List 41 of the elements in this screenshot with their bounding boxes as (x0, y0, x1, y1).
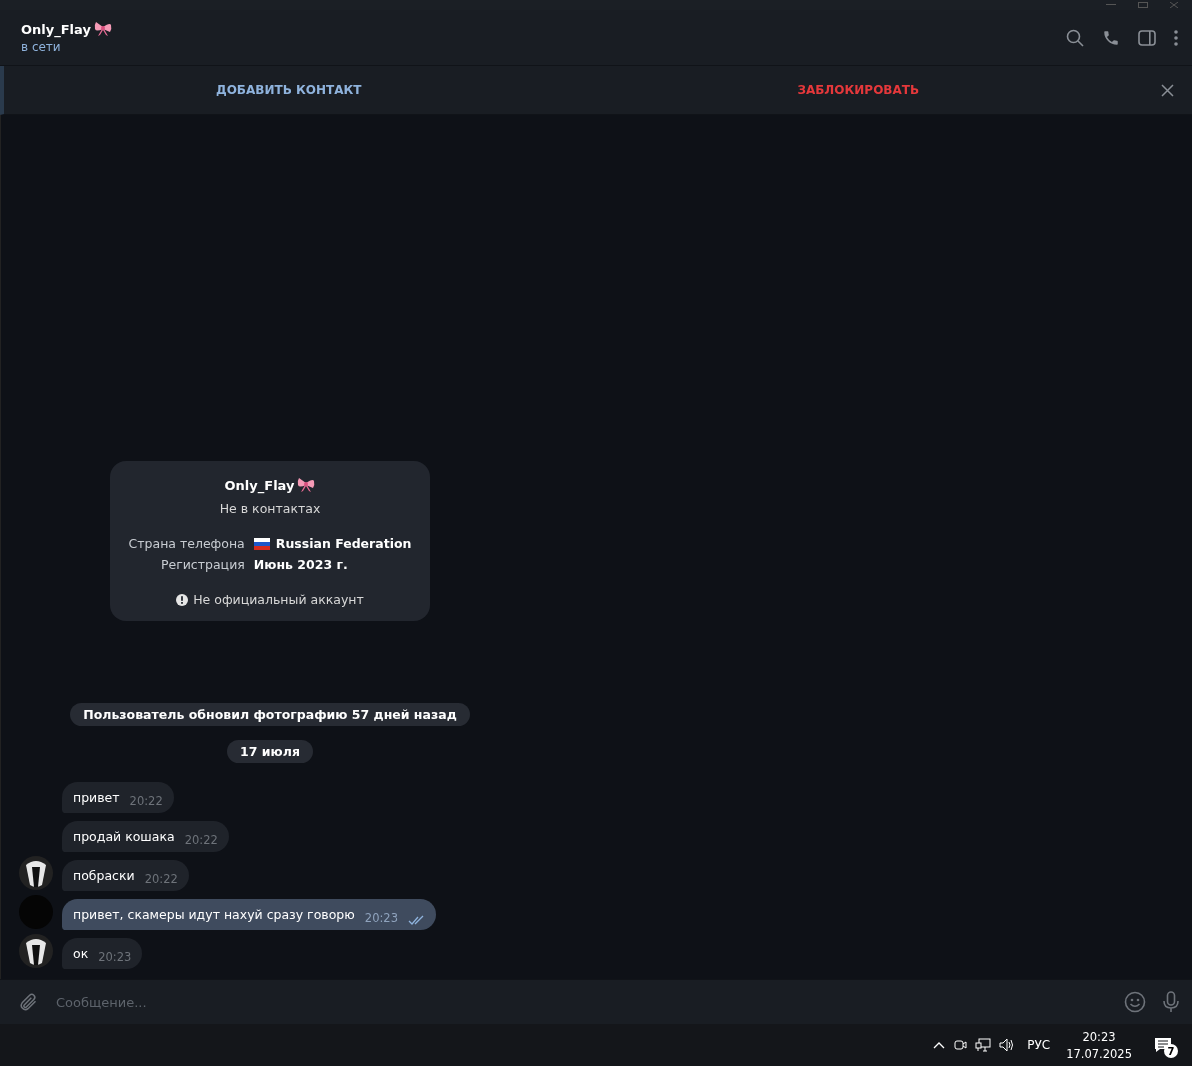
bow-icon (297, 477, 316, 493)
service-message: Пользователь обновил фотографию 57 дней назад (70, 703, 470, 726)
block-button[interactable]: ЗАБЛОКИРОВАТЬ (573, 82, 1143, 98)
warning-icon (176, 593, 189, 606)
message-bubble[interactable]: продай кошака 20:22 (62, 821, 229, 852)
sidebar-toggle-button[interactable] (1138, 29, 1156, 46)
clock-date[interactable]: 17.07.2025 (1066, 1046, 1132, 1061)
emoji-icon[interactable] (1124, 991, 1146, 1013)
avatar[interactable] (18, 933, 54, 969)
info-label: Регистрация (159, 557, 245, 572)
microphone-icon[interactable] (1162, 991, 1180, 1013)
message-bubble[interactable]: побраски 20:22 (62, 860, 189, 891)
language-indicator[interactable]: РУС (1027, 1038, 1051, 1052)
contact-status: Не в контактах (219, 501, 321, 516)
account-note: Не официальный аккаунт (193, 592, 364, 607)
message-composer[interactable]: Сообщение... (0, 979, 1192, 1024)
search-button[interactable] (1066, 28, 1084, 47)
close-button[interactable] (1161, 83, 1174, 97)
message-bubble[interactable]: привет, скамеры идут нахуй сразу говорю 20:23 (62, 899, 436, 930)
paperclip-icon[interactable] (18, 992, 38, 1012)
info-value: Июнь 2023 г. (253, 557, 348, 572)
chat-title: Only_Flay (21, 21, 91, 37)
camera-icon[interactable] (953, 1038, 968, 1052)
contact-name: Only_Flay (224, 477, 295, 493)
more-button[interactable] (1174, 29, 1178, 46)
volume-icon[interactable] (999, 1038, 1016, 1052)
phone-button[interactable] (1102, 28, 1120, 47)
avatar[interactable] (18, 855, 54, 891)
service-message: 17 июля (227, 740, 313, 763)
chevron-up-icon[interactable] (933, 1041, 946, 1049)
info-label: Страна телефона (128, 536, 245, 551)
message-bubble[interactable]: привет 20:22 (62, 782, 174, 813)
online-status: в сети (21, 40, 62, 54)
info-value: Russian Federation (275, 536, 412, 551)
notification-count: 7 (1164, 1044, 1178, 1058)
add-contact-button[interactable]: ДОБАВИТЬ КОНТАКТ (4, 82, 574, 98)
message-input[interactable]: Сообщение... (54, 993, 1108, 1011)
network-icon[interactable] (975, 1038, 992, 1052)
message-bubble[interactable]: ок 20:23 (62, 938, 143, 969)
bow-icon (93, 21, 112, 37)
clock-time[interactable]: 20:23 (1082, 1029, 1116, 1044)
